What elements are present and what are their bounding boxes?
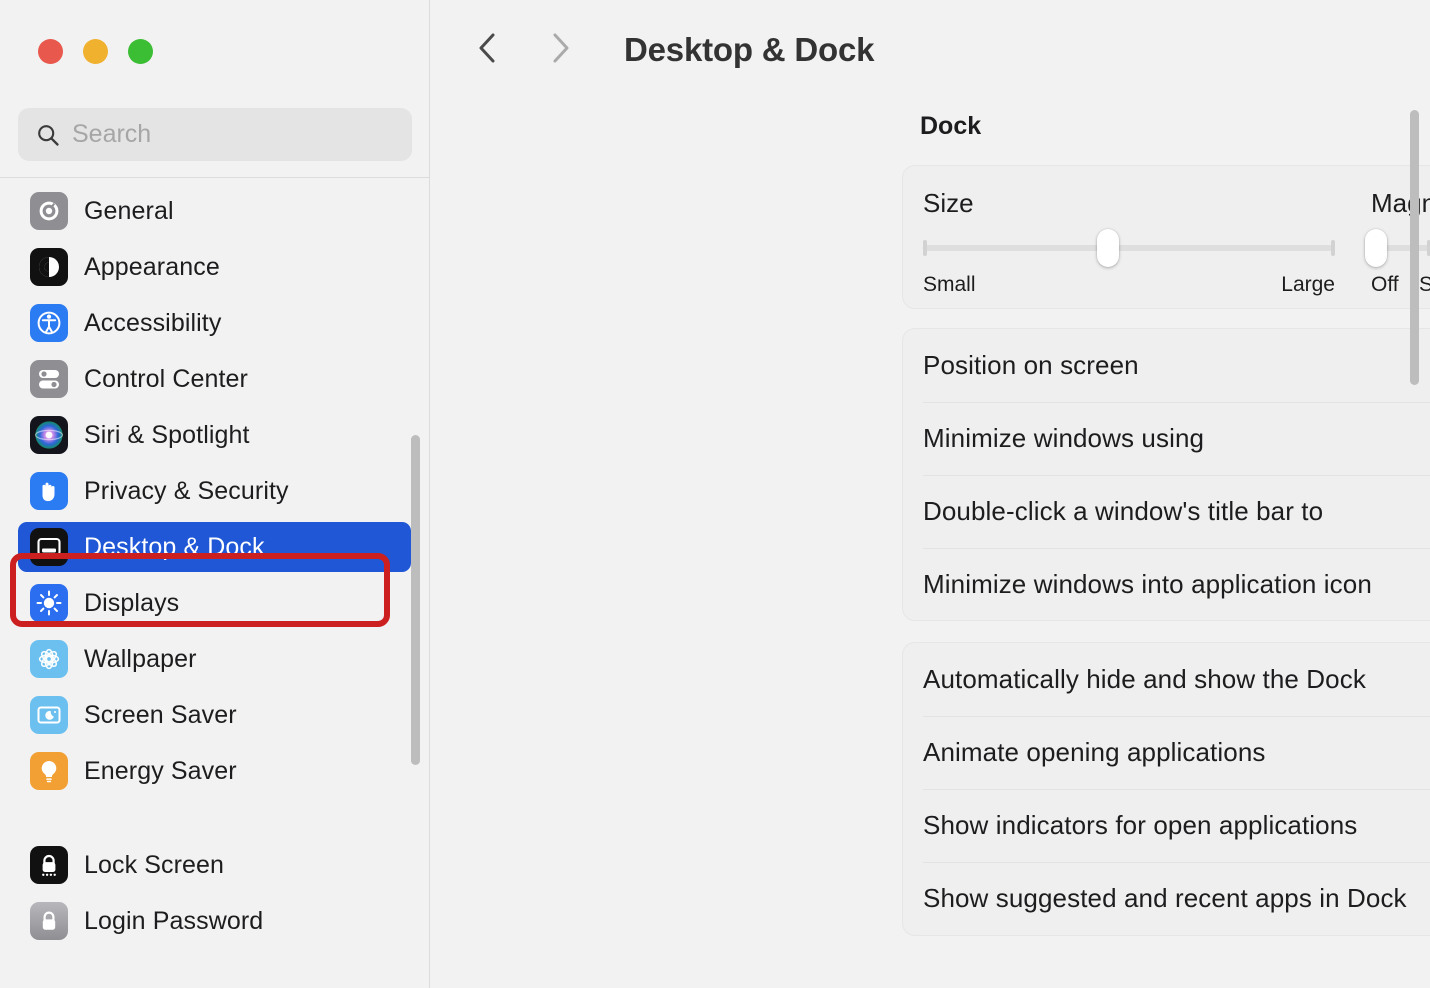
sidebar-item-control-center[interactable]: Control Center	[18, 354, 411, 404]
back-button[interactable]	[466, 28, 510, 72]
magnification-small-label: Small	[1419, 273, 1430, 297]
sidebar-item-label: Appearance	[84, 253, 220, 282]
sidebar-item-privacy-security[interactable]: Privacy & Security	[18, 466, 411, 516]
privacy-hand-icon	[30, 472, 68, 510]
size-slider-max-label: Large	[1281, 273, 1335, 297]
sidebar-item-displays[interactable]: Displays	[18, 578, 411, 628]
sidebar-item-appearance[interactable]: Appearance	[18, 242, 411, 292]
sidebar-item-label: Lock Screen	[84, 851, 224, 880]
desktop-dock-icon	[30, 528, 68, 566]
size-slider-endpoints: Small Large	[923, 273, 1335, 299]
displays-sun-icon	[30, 584, 68, 622]
sidebar-group-main: General Appearance	[0, 186, 429, 796]
sidebar-item-desktop-dock[interactable]: Desktop & Dock	[18, 522, 411, 572]
sidebar-item-siri-spotlight[interactable]: Siri & Spotlight	[18, 410, 411, 460]
magnification-slider-endpoints: Off Small Large	[1371, 273, 1430, 299]
sidebar-item-wallpaper[interactable]: Wallpaper	[18, 634, 411, 684]
row-show-indicators[interactable]: Show indicators for open applications	[903, 789, 1430, 862]
dock-sliders-card: Size Small Large Magnification	[902, 165, 1430, 309]
sidebar-group-security: Lock Screen Login Password	[0, 840, 429, 946]
section-title-dock: Dock	[920, 112, 981, 141]
sidebar-item-label: General	[84, 197, 174, 226]
size-slider-min-label: Small	[923, 273, 976, 297]
dock-toggles-card: Automatically hide and show the Dock Ani…	[902, 642, 1430, 936]
row-label: Show suggested and recent apps in Dock	[923, 883, 1407, 914]
row-animate-opening-apps[interactable]: Animate opening applications	[903, 716, 1430, 789]
content-header: Desktop & Dock	[430, 0, 1430, 100]
row-label: Double-click a window's title bar to	[923, 496, 1323, 527]
maximize-button[interactable]	[128, 39, 153, 64]
sidebar-item-label: Wallpaper	[84, 645, 197, 674]
screen-saver-icon	[30, 696, 68, 734]
energy-saver-bulb-icon	[30, 752, 68, 790]
sidebar-item-login-password[interactable]: Login Password	[18, 896, 411, 946]
page-title: Desktop & Dock	[624, 31, 874, 69]
sidebar-item-label: Siri & Spotlight	[84, 421, 250, 450]
sidebar-item-label: Privacy & Security	[84, 477, 289, 506]
siri-icon	[30, 416, 68, 454]
row-label: Position on screen	[923, 350, 1139, 381]
row-label: Minimize windows into application icon	[923, 569, 1372, 600]
row-show-suggested-apps[interactable]: Show suggested and recent apps in Dock	[903, 862, 1430, 935]
sidebar-item-screen-saver[interactable]: Screen Saver	[18, 690, 411, 740]
sidebar-item-accessibility[interactable]: Accessibility	[18, 298, 411, 348]
row-position-on-screen[interactable]: Position on screen Bottom	[903, 329, 1430, 402]
sidebar-divider	[0, 177, 429, 178]
sidebar-item-label: Login Password	[84, 907, 263, 936]
gear-icon	[30, 192, 68, 230]
chevron-right-icon	[547, 31, 573, 70]
appearance-icon	[30, 248, 68, 286]
row-label: Show indicators for open applications	[923, 810, 1357, 841]
chevron-left-icon	[475, 31, 501, 70]
dock-options-card: Position on screen Bottom Minimize windo…	[902, 328, 1430, 621]
sidebar-item-lock-screen[interactable]: Lock Screen	[18, 840, 411, 890]
magnification-slider-group: Magnification Off Small Large	[1371, 188, 1430, 299]
row-double-click-title-bar[interactable]: Double-click a window's title bar to Zoo…	[903, 475, 1430, 548]
control-center-icon	[30, 360, 68, 398]
size-slider-group: Size Small Large	[923, 188, 1335, 299]
row-minimize-into-app-icon[interactable]: Minimize windows into application icon	[903, 548, 1430, 621]
row-label: Minimize windows using	[923, 423, 1204, 454]
magnification-slider-knob[interactable]	[1365, 229, 1387, 267]
search-input[interactable]	[72, 120, 392, 149]
sidebar-item-label: Accessibility	[84, 309, 221, 338]
minimize-button[interactable]	[83, 39, 108, 64]
size-slider[interactable]	[923, 237, 1335, 259]
sidebar-item-label: Control Center	[84, 365, 248, 394]
row-label: Automatically hide and show the Dock	[923, 664, 1366, 695]
forward-button[interactable]	[538, 28, 582, 72]
sidebar-item-label: Energy Saver	[84, 757, 237, 786]
sidebar-group-spacer	[0, 802, 429, 840]
lock-screen-icon	[30, 846, 68, 884]
sidebar-nav: General Appearance	[0, 186, 429, 952]
sidebar-item-energy-saver[interactable]: Energy Saver	[18, 746, 411, 796]
sidebar-item-label: Desktop & Dock	[84, 533, 265, 562]
size-slider-tick-min	[923, 240, 927, 256]
magnification-slider[interactable]	[1371, 237, 1430, 259]
wallpaper-icon	[30, 640, 68, 678]
sidebar-scrollbar[interactable]	[411, 435, 420, 765]
row-auto-hide-dock[interactable]: Automatically hide and show the Dock	[903, 643, 1430, 716]
login-password-icon	[30, 902, 68, 940]
search-icon	[36, 123, 60, 147]
accessibility-icon	[30, 304, 68, 342]
window-controls	[38, 39, 153, 64]
sidebar: General Appearance	[0, 0, 430, 988]
magnification-off-label: Off	[1371, 273, 1399, 297]
main-content: Desktop & Dock Dock Size Small Large Mag	[430, 0, 1430, 988]
sidebar-item-label: Displays	[84, 589, 179, 618]
row-label: Animate opening applications	[923, 737, 1265, 768]
close-button[interactable]	[38, 39, 63, 64]
magnification-slider-label: Magnification	[1371, 188, 1430, 219]
size-slider-track	[923, 245, 1335, 251]
system-settings-window: General Appearance	[0, 0, 1430, 988]
sidebar-item-label: Screen Saver	[84, 701, 237, 730]
size-slider-knob[interactable]	[1097, 229, 1119, 267]
row-minimize-windows-using[interactable]: Minimize windows using Genie Effect	[903, 402, 1430, 475]
size-slider-label: Size	[923, 188, 1335, 219]
search-field[interactable]	[18, 108, 412, 161]
sidebar-item-general[interactable]: General	[18, 186, 411, 236]
main-scrollbar[interactable]	[1410, 110, 1419, 385]
size-slider-tick-max	[1331, 240, 1335, 256]
